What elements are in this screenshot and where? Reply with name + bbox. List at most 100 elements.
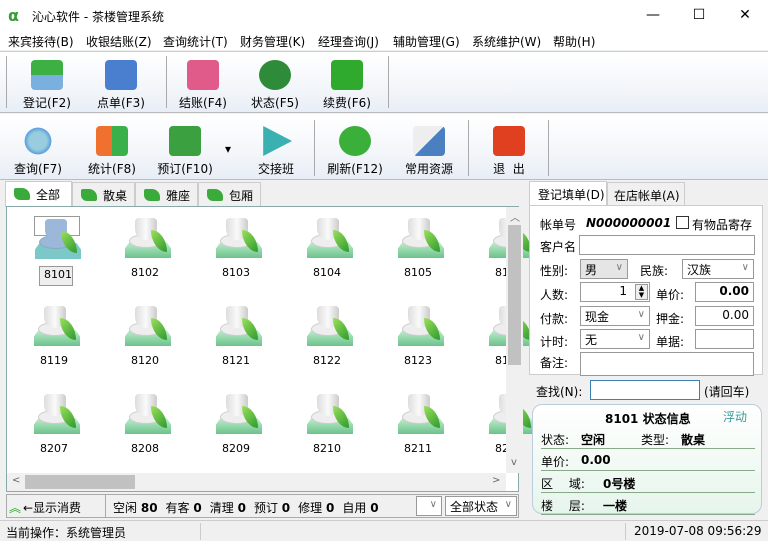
menu-query[interactable]: 查询统计(T) (163, 33, 228, 50)
table-tile[interactable]: 8104 (282, 211, 372, 291)
table-number: 8105 (404, 266, 432, 279)
teacup-icon (125, 216, 171, 260)
table-tile[interactable]: 8207 (9, 387, 99, 467)
tab-booth[interactable]: 雅座 (135, 182, 198, 206)
table-tile[interactable]: 8121 (191, 299, 281, 379)
note-textarea[interactable] (580, 352, 754, 376)
menu-system[interactable]: 系统维护(W) (472, 33, 541, 50)
search-button[interactable]: 查询(F7) (8, 126, 68, 177)
title-bar: α 沁心软件 - 茶楼管理系统 — ☐ ✕ (0, 0, 768, 30)
statistics-button[interactable]: 统计(F8) (82, 126, 142, 177)
resources-icon (413, 126, 445, 156)
table-tile[interactable]: 8105 (373, 211, 463, 291)
register-button[interactable]: 登记(F2) (18, 60, 76, 111)
menu-manager[interactable]: 经理查询(J) (318, 33, 379, 50)
stepper-arrows-icon[interactable]: ▲ ▼ (635, 284, 648, 300)
info-row-state: 状态: 空闲 类型: 散桌 (541, 427, 755, 449)
close-button[interactable]: ✕ (722, 0, 768, 30)
teacup-icon (125, 304, 171, 348)
status-filter-select[interactable]: 全部状态 ∨ (445, 496, 517, 516)
register-icon (31, 60, 63, 90)
table-tile[interactable]: 8103 (191, 211, 281, 291)
menu-guest[interactable]: 来宾接待(B) (8, 33, 74, 50)
tab-icon (14, 188, 30, 200)
tab-all[interactable]: 全部 (5, 181, 72, 207)
renew-button[interactable]: 续费(F6) (318, 60, 376, 111)
handover-button[interactable]: 交接班 (246, 126, 306, 177)
search-input[interactable] (590, 380, 700, 400)
table-tile[interactable]: 8119 (9, 299, 99, 379)
deposit-input[interactable]: 0.00 (695, 306, 754, 326)
status-count: 空闲 80 (113, 501, 158, 515)
table-tile[interactable]: 8209 (191, 387, 281, 467)
payment-select[interactable]: 现金 ∨ (580, 306, 650, 326)
teacup-icon (34, 392, 80, 436)
menu-finance[interactable]: 财务管理(K) (240, 33, 305, 50)
info-row-floor: 楼 层: 一楼 (541, 493, 755, 515)
horizontal-scrollbar[interactable]: < > (7, 473, 506, 491)
table-number: 8120 (131, 354, 159, 367)
tab-register-form[interactable]: 登记填单(D) (529, 181, 607, 207)
payment-label: 付款: (540, 312, 569, 326)
table-tile[interactable]: 8122 (282, 299, 372, 379)
minimize-button[interactable]: — (630, 0, 676, 30)
price-label: 单价: (656, 288, 685, 302)
deposit-label: 押金: (656, 312, 685, 326)
status-button[interactable]: 状态(F5) (246, 60, 304, 111)
toolbar-secondary: 查询(F7) 统计(F8) 预订(F10) ▾ 交接班 刷新(F12) 常用资源… (0, 114, 768, 180)
scroll-thumb[interactable] (25, 475, 135, 489)
status-bar: 当前操作：系统管理员 2019-07-08 09:56:29 (0, 520, 768, 541)
status-count: 修理 0 (298, 501, 335, 515)
reserve-button[interactable]: 预订(F10) (152, 126, 218, 177)
exit-button[interactable]: 退 出 (480, 126, 538, 177)
status-count: 预订 0 (253, 501, 291, 515)
deposit-goods-checkbox[interactable] (676, 216, 689, 229)
window-title: 沁心软件 - 茶楼管理系统 (32, 10, 164, 24)
toolbar-primary: 登记(F2) 点单(F3) 结账(F4) 状态(F5) 续费(F6) (0, 51, 768, 113)
timing-label: 计时: (540, 335, 569, 349)
maximize-button[interactable]: ☐ (676, 0, 722, 30)
status-count: 有客 0 (165, 501, 202, 515)
table-tile[interactable]: 8210 (282, 387, 372, 467)
teacup-icon (216, 304, 262, 348)
status-dropdown-small[interactable]: ∨ (416, 496, 442, 516)
tab-room[interactable]: 包厢 (198, 182, 261, 206)
show-consume-button[interactable]: ←显示消费 (23, 499, 81, 516)
tab-icon (144, 189, 160, 201)
float-button[interactable]: 浮动 (723, 408, 747, 425)
menu-help[interactable]: 帮助(H) (553, 33, 595, 50)
table-tile[interactable]: 8102 (100, 211, 190, 291)
ethnic-select[interactable]: 汉族 ∨ (682, 259, 754, 279)
table-tile[interactable]: 8208 (100, 387, 190, 467)
tab-open-bills[interactable]: 在店帐单(A) (607, 182, 685, 206)
table-tile[interactable]: 8101 (9, 211, 99, 291)
info-title: 8101 状态信息 (605, 412, 691, 426)
table-number: 8122 (313, 354, 341, 367)
resources-button[interactable]: 常用资源 (398, 126, 460, 177)
price-input[interactable]: 0.00 (695, 282, 754, 302)
receipt-input[interactable] (695, 329, 754, 349)
renew-icon (331, 60, 363, 90)
register-form: 帐单号 N000000001 有物品寄存 客户名 性别: 男 ∨ 民族: 汉族 ∨ … (529, 205, 763, 376)
checkout-button[interactable]: 结账(F4) (174, 60, 232, 111)
table-number: 8207 (40, 442, 68, 455)
table-tile[interactable]: 8211 (373, 387, 463, 467)
refresh-button[interactable]: 刷新(F12) (324, 126, 386, 177)
order-button[interactable]: 点单(F3) (92, 60, 150, 111)
customer-input[interactable] (579, 235, 755, 255)
table-number: 8210 (313, 442, 341, 455)
table-number: 8102 (131, 266, 159, 279)
reserve-dropdown-arrow[interactable]: ▾ (225, 142, 231, 156)
timing-select[interactable]: 无 ∨ (580, 329, 650, 349)
menu-cashier[interactable]: 收银结账(Z) (86, 33, 152, 50)
table-tile[interactable]: 8123 (373, 299, 463, 379)
order-icon (105, 60, 137, 90)
expand-up-icon: ︽ (9, 501, 22, 515)
table-grid: 8101810281038104810581068119812081218122… (6, 206, 535, 492)
menu-assist[interactable]: 辅助管理(G) (393, 33, 460, 50)
vertical-scrollbar[interactable]: ︿ v (506, 207, 523, 473)
scroll-thumb[interactable] (508, 225, 521, 365)
table-tile[interactable]: 8120 (100, 299, 190, 379)
tab-hall[interactable]: 散桌 (72, 182, 135, 206)
gender-select[interactable]: 男 ∨ (580, 259, 628, 279)
